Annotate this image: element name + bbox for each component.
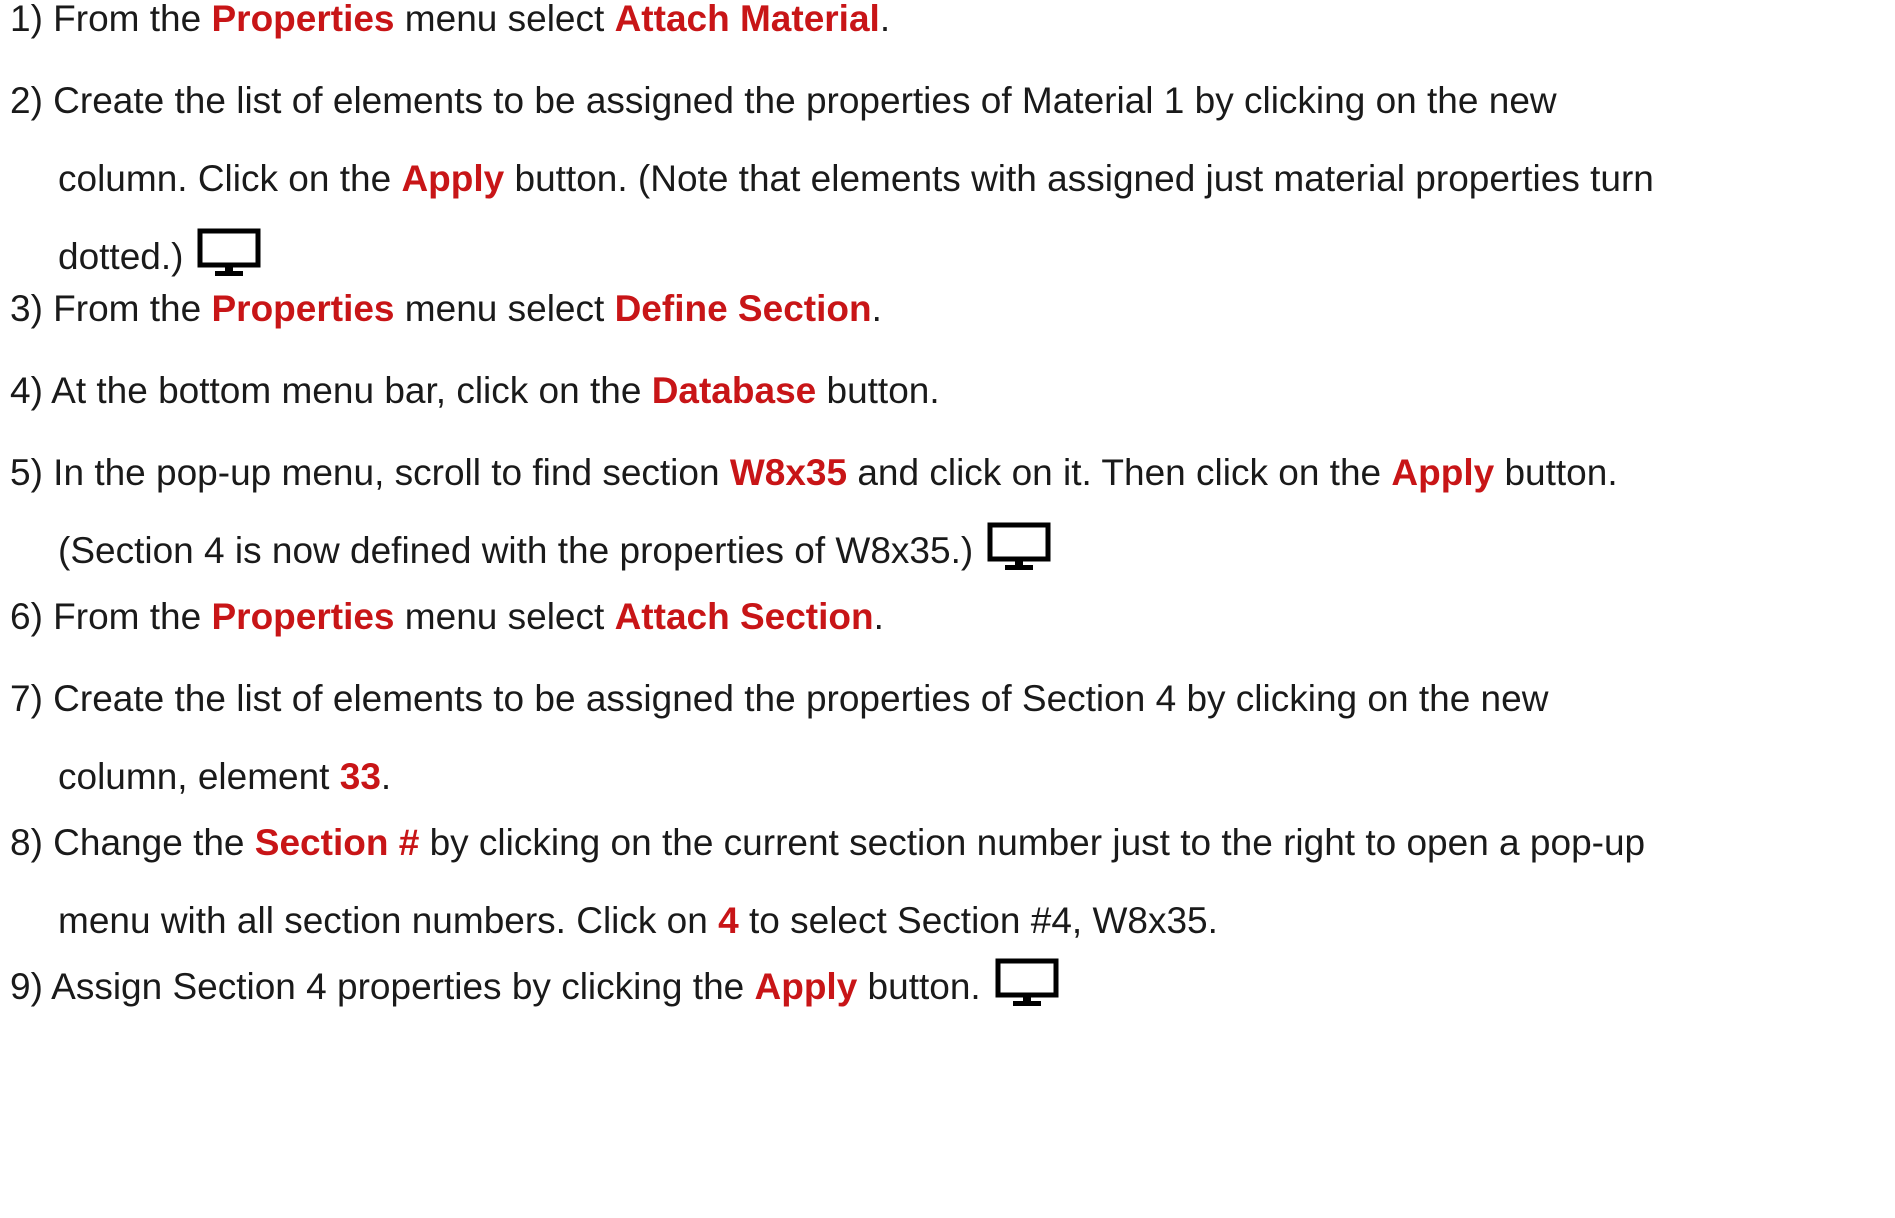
step-line: 4) At the bottom menu bar, click on the … bbox=[10, 352, 940, 430]
highlighted-term: Section # bbox=[254, 822, 420, 863]
step-line: 7) Create the list of elements to be ass… bbox=[10, 660, 1548, 738]
highlighted-term: 4 bbox=[718, 900, 739, 941]
highlighted-term: Properties bbox=[211, 0, 395, 39]
step-2: 2) Create the list of elements to be ass… bbox=[10, 62, 1654, 296]
highlighted-term: Properties bbox=[211, 288, 395, 329]
step-line: 8) Change the Section # by clicking on t… bbox=[10, 804, 1645, 882]
step-text: column. Click on the bbox=[58, 158, 402, 199]
step-text: by clicking on the current section numbe… bbox=[419, 822, 1646, 863]
highlighted-term: Attach Section bbox=[614, 596, 874, 637]
step-line: 9) Assign Section 4 properties by clicki… bbox=[10, 948, 1059, 1026]
step-text: and click on it. Then click on the bbox=[847, 452, 1392, 493]
step-3: 3) From the Properties menu select Defin… bbox=[10, 270, 882, 348]
step-text: . bbox=[871, 288, 882, 329]
step-5: 5) In the pop-up menu, scroll to find se… bbox=[10, 434, 1618, 590]
step-text: . bbox=[380, 756, 392, 797]
step-text: 5) In the pop-up menu, scroll to find se… bbox=[10, 452, 730, 493]
highlighted-term: 33 bbox=[339, 756, 381, 797]
step-line: 6) From the Properties menu select Attac… bbox=[10, 578, 884, 656]
step-7: 7) Create the list of elements to be ass… bbox=[10, 660, 1548, 816]
highlighted-term: Properties bbox=[211, 596, 395, 637]
step-line: 2) Create the list of elements to be ass… bbox=[10, 62, 1654, 140]
step-text: button. bbox=[1494, 452, 1618, 493]
step-text: . bbox=[873, 596, 884, 637]
step-text: 1) From the bbox=[10, 0, 212, 39]
step-text: button. bbox=[857, 966, 981, 1007]
highlighted-term: Apply bbox=[401, 158, 505, 199]
step-9: 9) Assign Section 4 properties by clicki… bbox=[10, 948, 1059, 1026]
monitor-icon[interactable] bbox=[995, 958, 1059, 1008]
step-line: 5) In the pop-up menu, scroll to find se… bbox=[10, 434, 1618, 512]
step-text: 8) Change the bbox=[10, 822, 255, 863]
step-text: to select Section #4, W8x35. bbox=[738, 900, 1218, 941]
step-text: 9) Assign Section 4 properties by clicki… bbox=[10, 966, 755, 1007]
step-1: 1) From the Properties menu select Attac… bbox=[10, 0, 890, 58]
highlighted-term: Define Section bbox=[614, 288, 872, 329]
step-text: menu select bbox=[394, 596, 615, 637]
highlighted-term: Database bbox=[651, 370, 817, 411]
step-8: 8) Change the Section # by clicking on t… bbox=[10, 804, 1645, 960]
highlighted-term: Apply bbox=[1391, 452, 1495, 493]
step-4: 4) At the bottom menu bar, click on the … bbox=[10, 352, 940, 430]
step-6: 6) From the Properties menu select Attac… bbox=[10, 578, 884, 656]
step-text: menu select bbox=[394, 288, 615, 329]
step-text: 2) Create the list of elements to be ass… bbox=[10, 80, 1557, 121]
highlighted-term: Apply bbox=[754, 966, 858, 1007]
step-line: 3) From the Properties menu select Defin… bbox=[10, 270, 882, 348]
step-text: 7) Create the list of elements to be ass… bbox=[10, 678, 1549, 719]
step-text: 4) At the bottom menu bar, click on the bbox=[10, 370, 652, 411]
step-line: 1) From the Properties menu select Attac… bbox=[10, 0, 890, 58]
step-text: menu select bbox=[394, 0, 615, 39]
highlighted-term: Attach Material bbox=[614, 0, 880, 39]
step-text: (Section 4 is now defined with the prope… bbox=[58, 530, 974, 571]
highlighted-term: W8x35 bbox=[729, 452, 848, 493]
step-text: menu with all section numbers. Click on bbox=[58, 900, 719, 941]
step-line: column. Click on the Apply button. (Note… bbox=[10, 140, 1654, 218]
step-text: 6) From the bbox=[10, 596, 212, 637]
step-text: button. bbox=[816, 370, 940, 411]
step-text: column, element bbox=[58, 756, 340, 797]
monitor-icon[interactable] bbox=[987, 522, 1051, 572]
step-text: button. (Note that elements with assigne… bbox=[504, 158, 1654, 199]
step-text: . bbox=[879, 0, 891, 39]
step-text: 3) From the bbox=[10, 288, 212, 329]
